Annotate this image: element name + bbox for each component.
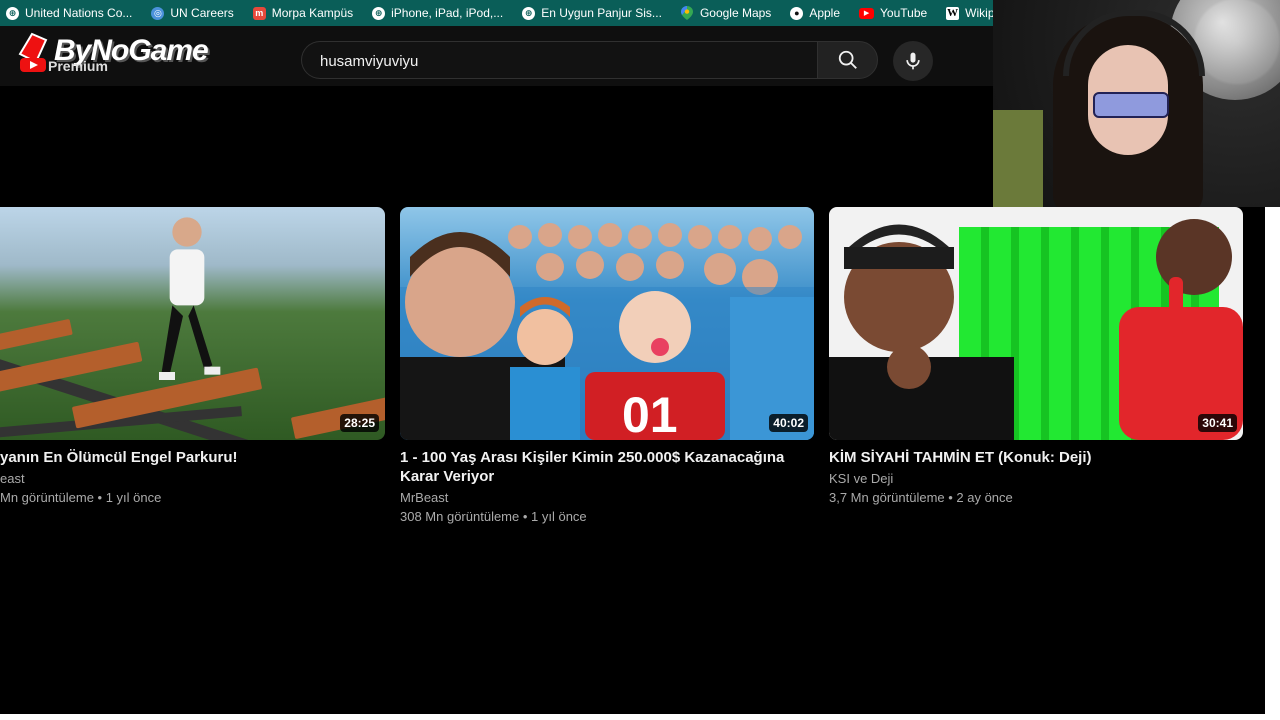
un-logo-icon: ◎ bbox=[151, 6, 165, 20]
globe-icon: ⊕ bbox=[372, 6, 386, 20]
bottom-edge bbox=[0, 714, 1265, 720]
globe-icon: ⊕ bbox=[522, 6, 536, 20]
webcam-overlay bbox=[993, 0, 1280, 207]
video-channel[interactable]: east bbox=[0, 469, 25, 488]
globe-icon: ⊕ bbox=[6, 6, 19, 20]
logo-subtitle: Premium bbox=[48, 58, 108, 74]
video-duration: 28:25 bbox=[340, 414, 379, 432]
video-channel[interactable]: MrBeast bbox=[400, 488, 448, 507]
video-stats: 3,7 Mn görüntüleme • 2 ay önce bbox=[829, 490, 1013, 505]
bookmark-apple[interactable]: ● Apple bbox=[790, 6, 840, 20]
search-button[interactable] bbox=[817, 41, 878, 79]
top-header: ByNoGame Premium bbox=[0, 26, 993, 86]
bookmark-label: Google Maps bbox=[699, 6, 772, 20]
bookmark-label: Morpa Kampüs bbox=[271, 6, 354, 20]
bookmark-label: UN Careers bbox=[170, 6, 234, 20]
bookmark-panjur[interactable]: ⊕ En Uygun Panjur Sis... bbox=[522, 6, 662, 20]
video-title[interactable]: 1 - 100 Yaş Arası Kişiler Kimin 250.000$… bbox=[400, 448, 814, 486]
bookmark-google-maps[interactable]: Google Maps bbox=[681, 6, 771, 20]
channel-logo[interactable]: ByNoGame Premium bbox=[14, 32, 229, 74]
runner-figure bbox=[159, 217, 221, 380]
bookmark-iphone[interactable]: ⊕ iPhone, iPad, iPod,... bbox=[372, 6, 503, 20]
video-thumbnail[interactable]: 28:25 bbox=[0, 207, 385, 440]
bookmark-un-careers[interactable]: ◎ UN Careers bbox=[151, 6, 234, 20]
video-channel[interactable]: KSI ve Deji bbox=[829, 469, 893, 488]
video-stats: 308 Mn görüntüleme • 1 yıl önce bbox=[400, 509, 587, 524]
video-duration: 30:41 bbox=[1198, 414, 1237, 432]
bookmark-label: YouTube bbox=[880, 6, 928, 20]
chair bbox=[993, 110, 1043, 207]
video-thumbnail[interactable]: 01 40:02 bbox=[400, 207, 814, 440]
bookmark-label: En Uygun Panjur Sis... bbox=[541, 6, 662, 20]
maps-pin-icon bbox=[681, 6, 694, 20]
video-duration: 40:02 bbox=[769, 414, 808, 432]
plank-shape bbox=[0, 318, 73, 352]
thumb-badge: 01 bbox=[622, 387, 678, 440]
morpa-icon: m bbox=[252, 6, 266, 20]
search-box bbox=[301, 41, 817, 80]
video-thumbnail[interactable]: 30:41 bbox=[829, 207, 1243, 440]
glasses-icon bbox=[1093, 92, 1169, 118]
search-input[interactable] bbox=[318, 42, 802, 80]
video-title[interactable]: KİM SİYAHİ TAHMİN ET (Konuk: Deji) bbox=[829, 448, 1243, 467]
bookmark-un-collaboration[interactable]: ⊕ United Nations Co... bbox=[6, 6, 132, 20]
wikipedia-icon: W bbox=[946, 6, 960, 20]
bookmark-label: iPhone, iPad, iPod,... bbox=[391, 6, 504, 20]
youtube-icon: ▶ bbox=[859, 7, 875, 19]
microphone-icon bbox=[906, 52, 920, 70]
people-artwork bbox=[829, 219, 1243, 440]
scrollbar-track[interactable] bbox=[1265, 207, 1280, 720]
bookmark-morpa-kampus[interactable]: m Morpa Kampüs bbox=[252, 6, 354, 20]
globe-icon: ● bbox=[790, 6, 804, 20]
video-stats: Mn görüntüleme • 1 yıl önce bbox=[0, 490, 162, 505]
page: ⊕ United Nations Co... ◎ UN Careers m Mo… bbox=[0, 0, 1280, 720]
logo-mark-icon bbox=[18, 32, 48, 72]
voice-search-button[interactable] bbox=[893, 41, 933, 81]
video-title[interactable]: yanın En Ölümcül Engel Parkuru! bbox=[0, 448, 385, 467]
bookmark-label: United Nations Co... bbox=[25, 6, 133, 20]
bookmark-label: Apple bbox=[809, 6, 841, 20]
bookmark-youtube[interactable]: ▶ YouTube bbox=[859, 6, 927, 20]
crowd-artwork: 01 bbox=[400, 223, 814, 440]
search-icon bbox=[838, 50, 857, 69]
bookmarks-bar: ⊕ United Nations Co... ◎ UN Careers m Mo… bbox=[0, 0, 1017, 26]
